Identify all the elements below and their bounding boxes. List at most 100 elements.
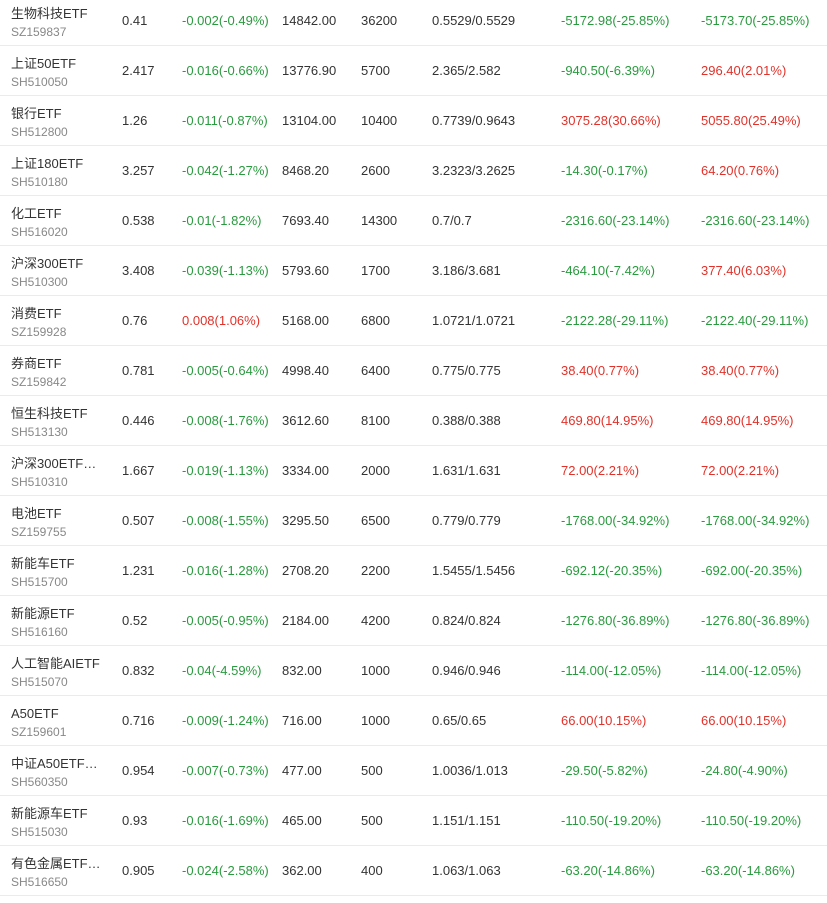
fund-name: 新能车ETF [11, 556, 75, 571]
table-row[interactable]: 沪深300ETF SH510300 3.408 -0.039(-1.13%) 5… [0, 246, 827, 296]
latest-price: 3.408 [122, 263, 155, 278]
table-row[interactable]: 券商ETF SZ159842 0.781 -0.005(-0.64%) 4998… [0, 346, 827, 396]
table-row[interactable]: 上证50ETF SH510050 2.417 -0.016(-0.66%) 13… [0, 46, 827, 96]
floating-pnl: -5172.98(-25.85%) [561, 13, 670, 28]
floating-pnl: -2122.28(-29.11%) [561, 313, 669, 328]
holding-quantity: 6500 [361, 513, 390, 528]
latest-price: 0.52 [122, 613, 148, 628]
latest-price: 0.832 [122, 663, 155, 678]
fund-code: SH515700 [11, 575, 68, 589]
fund-name: 人工智能AIETF [11, 656, 100, 671]
table-row[interactable]: 恒生科技ETF SH513130 0.446 -0.008(-1.76%) 36… [0, 396, 827, 446]
cost-price: 0.5529/0.5529 [432, 13, 516, 28]
fund-code: SH510300 [11, 275, 68, 289]
cost-price: 0.775/0.775 [432, 363, 501, 378]
table-row[interactable]: 新能车ETF SH515700 1.231 -0.016(-1.28%) 270… [0, 546, 827, 596]
fund-code: SH510180 [11, 175, 68, 189]
fund-code: SH510310 [11, 475, 68, 489]
total-pnl: 38.40(0.77%) [701, 363, 780, 378]
latest-price: 2.417 [122, 63, 155, 78]
fund-cell: 沪深300ETF SH510300 [11, 246, 111, 295]
fund-code: SH512800 [11, 125, 68, 139]
market-value: 8468.20 [282, 163, 329, 178]
cost-price: 0.779/0.779 [432, 513, 501, 528]
table-row[interactable]: A50ETF SZ159601 0.716 -0.009(-1.24%) 716… [0, 696, 827, 746]
fund-cell: 化工ETF SH516020 [11, 196, 111, 245]
table-row[interactable]: 银行ETF SH512800 1.26 -0.011(-0.87%) 13104… [0, 96, 827, 146]
fund-code: SH510050 [11, 75, 68, 89]
table-row[interactable]: 生物科技ETF SZ159837 0.41 -0.002(-0.49%) 148… [0, 0, 827, 46]
fund-code: SH516160 [11, 625, 68, 639]
holding-quantity: 1000 [361, 713, 390, 728]
floating-pnl: 469.80(14.95%) [561, 413, 654, 428]
fund-code: SH560350 [11, 775, 68, 789]
market-value: 13104.00 [282, 113, 337, 128]
total-pnl: 5055.80(25.49%) [701, 113, 801, 128]
fund-cell: 新能源车ETF SH515030 [11, 796, 111, 845]
table-row[interactable]: 电池ETF SZ159755 0.507 -0.008(-1.55%) 3295… [0, 496, 827, 546]
fund-code: SH515070 [11, 675, 68, 689]
total-pnl: -1276.80(-36.89%) [701, 613, 810, 628]
table-row[interactable]: 有色金属ETF… SH516650 0.905 -0.024(-2.58%) 3… [0, 846, 827, 896]
cost-price: 0.65/0.65 [432, 713, 487, 728]
table-row[interactable]: 上证180ETF SH510180 3.257 -0.042(-1.27%) 8… [0, 146, 827, 196]
price-change: -0.005(-0.95%) [182, 613, 269, 628]
price-change: -0.024(-2.58%) [182, 863, 269, 878]
market-value: 477.00 [282, 763, 322, 778]
floating-pnl: -63.20(-14.86%) [561, 863, 655, 878]
fund-cell: 有色金属ETF… SH516650 [11, 846, 111, 895]
holding-quantity: 1700 [361, 263, 390, 278]
latest-price: 3.257 [122, 163, 155, 178]
market-value: 716.00 [282, 713, 322, 728]
latest-price: 0.41 [122, 13, 148, 28]
cost-price: 3.2323/3.2625 [432, 163, 516, 178]
floating-pnl: -14.30(-0.17%) [561, 163, 648, 178]
holding-quantity: 6400 [361, 363, 390, 378]
latest-price: 0.954 [122, 763, 155, 778]
table-row[interactable]: 中证A50ETF… SH560350 0.954 -0.007(-0.73%) … [0, 746, 827, 796]
price-change: -0.005(-0.64%) [182, 363, 269, 378]
holding-quantity: 4200 [361, 613, 390, 628]
cost-price: 1.5455/1.5456 [432, 563, 516, 578]
table-row[interactable]: 化工ETF SH516020 0.538 -0.01(-1.82%) 7693.… [0, 196, 827, 246]
fund-cell: 新能车ETF SH515700 [11, 546, 111, 595]
price-change: -0.008(-1.55%) [182, 513, 269, 528]
cost-price: 0.7739/0.9643 [432, 113, 516, 128]
holding-quantity: 2000 [361, 463, 390, 478]
total-pnl: 64.20(0.76%) [701, 163, 780, 178]
latest-price: 0.507 [122, 513, 155, 528]
fund-cell: 生物科技ETF SZ159837 [11, 0, 111, 45]
latest-price: 0.446 [122, 413, 155, 428]
floating-pnl: 38.40(0.77%) [561, 363, 640, 378]
cost-price: 1.0721/1.0721 [432, 313, 516, 328]
price-change: -0.039(-1.13%) [182, 263, 269, 278]
cost-price: 2.365/2.582 [432, 63, 501, 78]
total-pnl: 296.40(2.01%) [701, 63, 787, 78]
latest-price: 0.76 [122, 313, 148, 328]
holding-quantity: 36200 [361, 13, 398, 28]
holdings-table: 生物科技ETF SZ159837 0.41 -0.002(-0.49%) 148… [0, 0, 827, 896]
table-row[interactable]: 新能源ETF SH516160 0.52 -0.005(-0.95%) 2184… [0, 596, 827, 646]
table-row[interactable]: 沪深300ETF… SH510310 1.667 -0.019(-1.13%) … [0, 446, 827, 496]
fund-name: 沪深300ETF [11, 256, 84, 271]
market-value: 4998.40 [282, 363, 329, 378]
price-change: -0.016(-1.69%) [182, 813, 269, 828]
price-change: -0.007(-0.73%) [182, 763, 269, 778]
market-value: 3295.50 [282, 513, 329, 528]
fund-code: SZ159928 [11, 325, 67, 339]
fund-name: 新能源车ETF [11, 806, 88, 821]
table-row[interactable]: 消费ETF SZ159928 0.76 0.008(1.06%) 5168.00… [0, 296, 827, 346]
total-pnl: -63.20(-14.86%) [701, 863, 795, 878]
price-change: -0.011(-0.87%) [182, 113, 268, 128]
cost-price: 0.946/0.946 [432, 663, 501, 678]
table-row[interactable]: 人工智能AIETF SH515070 0.832 -0.04(-4.59%) 8… [0, 646, 827, 696]
total-pnl: -2122.40(-29.11%) [701, 313, 809, 328]
table-row[interactable]: 新能源车ETF SH515030 0.93 -0.016(-1.69%) 465… [0, 796, 827, 846]
fund-code: SZ159842 [11, 375, 67, 389]
holding-quantity: 2600 [361, 163, 390, 178]
market-value: 13776.90 [282, 63, 337, 78]
fund-code: SZ159755 [11, 525, 67, 539]
fund-name: 银行ETF [11, 106, 62, 121]
floating-pnl: -1768.00(-34.92%) [561, 513, 670, 528]
total-pnl: -1768.00(-34.92%) [701, 513, 810, 528]
